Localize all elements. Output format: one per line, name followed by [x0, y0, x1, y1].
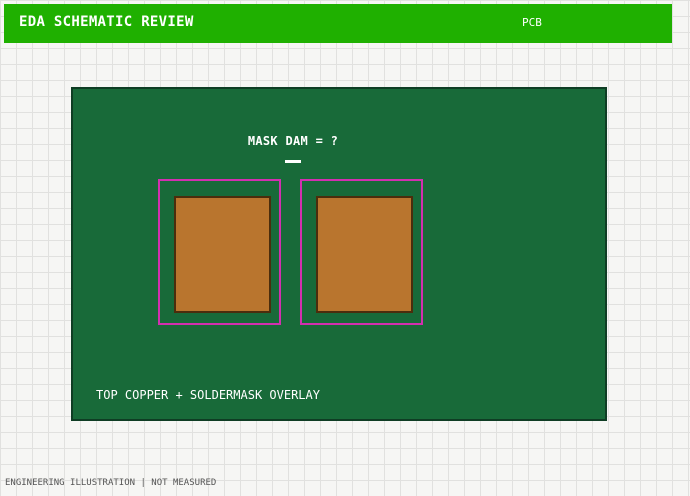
- soldermask-opening-right: [300, 179, 423, 325]
- soldermask-opening-left: [158, 179, 281, 325]
- copper-pad-right: [316, 196, 413, 313]
- app-title: EDA SCHEMATIC REVIEW: [19, 14, 194, 30]
- mask-dam-callout: MASK DAM = ?: [247, 134, 339, 148]
- copper-pad-left: [174, 196, 271, 313]
- pcb-board: MASK DAM = ? TOP COPPER + SOLDERMASK OVE…: [71, 87, 607, 421]
- domain-tag: PCB: [522, 16, 542, 29]
- dam-marker: [285, 160, 301, 163]
- board-caption: TOP COPPER + SOLDERMASK OVERLAY: [96, 388, 320, 402]
- footer-note: ENGINEERING ILLUSTRATION | NOT MEASURED: [5, 478, 217, 488]
- header-bar: EDA SCHEMATIC REVIEW PCB: [4, 4, 672, 43]
